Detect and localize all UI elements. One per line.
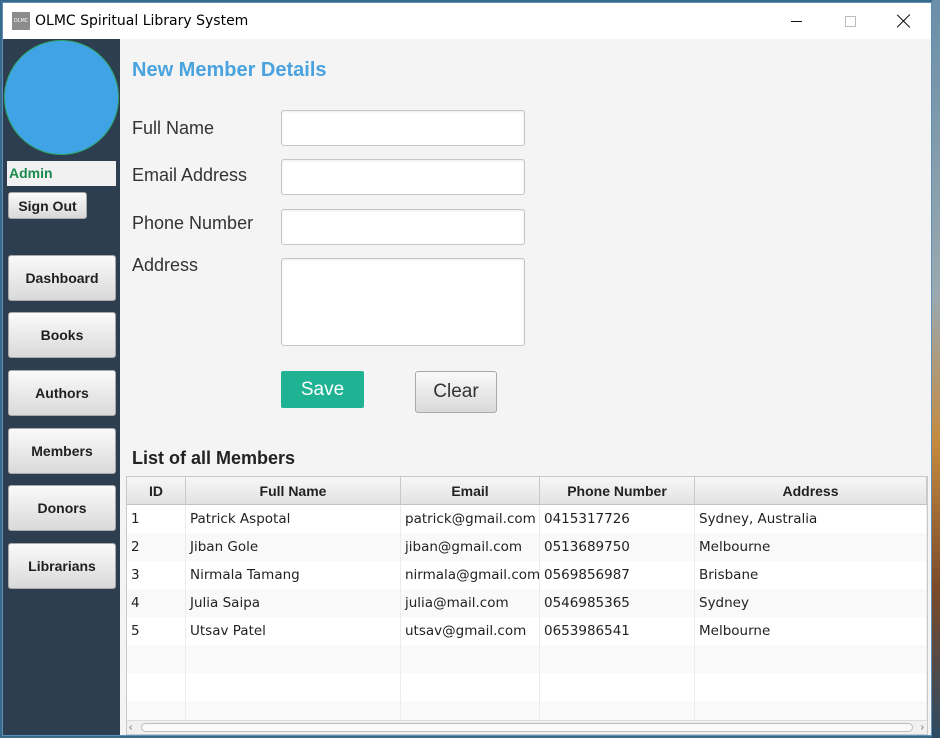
cell-email: jiban@gmail.com <box>401 533 540 561</box>
maximize-button[interactable] <box>827 3 873 39</box>
table-body: 1 Patrick Aspotal patrick@gmail.com 0415… <box>127 505 927 729</box>
column-header-phone[interactable]: Phone Number <box>540 477 695 505</box>
cell-full-name: Utsav Patel <box>186 617 401 645</box>
table-row[interactable]: 4 Julia Saipa julia@mail.com 0546985365 … <box>127 589 927 617</box>
cell-email: julia@mail.com <box>401 589 540 617</box>
phone-input[interactable] <box>281 209 525 245</box>
app-window: OLMC OLMC Spiritual Library System Admin… <box>2 2 932 736</box>
nav-members-button[interactable]: Members <box>8 428 116 474</box>
table-row[interactable]: 1 Patrick Aspotal patrick@gmail.com 0415… <box>127 505 927 533</box>
column-header-full-name[interactable]: Full Name <box>186 477 401 505</box>
cell-address: Sydney <box>695 589 927 617</box>
clear-button[interactable]: Clear <box>415 371 497 413</box>
cell-phone: 0653986541 <box>540 617 695 645</box>
minimize-button[interactable] <box>773 3 819 39</box>
nav-dashboard-button[interactable]: Dashboard <box>8 255 116 301</box>
cell-full-name: Jiban Gole <box>186 533 401 561</box>
cell-email: utsav@gmail.com <box>401 617 540 645</box>
cell-phone: 0546985365 <box>540 589 695 617</box>
sidebar: Admin Sign Out Dashboard Books Authors M… <box>3 39 120 735</box>
user-role-label: Admin <box>7 161 116 186</box>
cell-id: 3 <box>127 561 186 589</box>
address-label: Address <box>132 255 199 275</box>
sign-out-button[interactable]: Sign Out <box>8 192 87 219</box>
nav-books-button[interactable]: Books <box>8 312 116 358</box>
close-icon <box>897 14 911 28</box>
scroll-left-icon[interactable]: ‹ <box>129 722 132 733</box>
members-table: ID Full Name Email Phone Number Address … <box>126 476 928 735</box>
minimize-icon <box>790 20 802 22</box>
cell-id: 5 <box>127 617 186 645</box>
app-logo-icon: OLMC <box>12 12 30 30</box>
nav-librarians-button[interactable]: Librarians <box>8 543 116 589</box>
cell-address: Melbourne <box>695 617 927 645</box>
maximize-icon <box>844 15 856 27</box>
cell-address: Melbourne <box>695 533 927 561</box>
column-header-email[interactable]: Email <box>401 477 540 505</box>
full-name-label: Full Name <box>132 118 215 138</box>
nav-donors-button[interactable]: Donors <box>8 485 116 531</box>
cell-full-name: Patrick Aspotal <box>186 505 401 533</box>
main-panel: New Member Details Full Name Email Addre… <box>120 39 931 735</box>
save-button[interactable]: Save <box>281 371 364 408</box>
cell-email: nirmala@gmail.com <box>401 561 540 589</box>
cell-email: patrick@gmail.com <box>401 505 540 533</box>
table-row[interactable]: 3 Nirmala Tamang nirmala@gmail.com 05698… <box>127 561 927 589</box>
cell-id: 2 <box>127 533 186 561</box>
nav-authors-button[interactable]: Authors <box>8 370 116 416</box>
title-bar[interactable]: OLMC OLMC Spiritual Library System <box>3 3 931 39</box>
table-row[interactable]: 2 Jiban Gole jiban@gmail.com 0513689750 … <box>127 533 927 561</box>
close-button[interactable] <box>881 3 927 39</box>
cell-phone: 0569856987 <box>540 561 695 589</box>
email-label: Email Address <box>132 165 248 185</box>
horizontal-scrollbar[interactable]: ‹ › <box>127 720 927 734</box>
empty-table-row <box>127 645 927 673</box>
form-title: New Member Details <box>132 59 327 81</box>
cell-full-name: Julia Saipa <box>186 589 401 617</box>
column-header-id[interactable]: ID <box>127 477 186 505</box>
scroll-right-icon[interactable]: › <box>921 722 924 733</box>
empty-table-row <box>127 673 927 701</box>
address-textarea[interactable] <box>281 258 525 346</box>
table-row[interactable]: 5 Utsav Patel utsav@gmail.com 0653986541… <box>127 617 927 645</box>
email-input[interactable] <box>281 159 525 195</box>
avatar <box>4 40 119 155</box>
cell-phone: 0513689750 <box>540 533 695 561</box>
members-list-title: List of all Members <box>132 448 296 468</box>
cell-id: 4 <box>127 589 186 617</box>
window-title: OLMC Spiritual Library System <box>35 13 249 29</box>
column-header-address[interactable]: Address <box>695 477 927 505</box>
cell-full-name: Nirmala Tamang <box>186 561 401 589</box>
cell-phone: 0415317726 <box>540 505 695 533</box>
cell-address: Sydney, Australia <box>695 505 927 533</box>
desktop-background <box>932 0 940 738</box>
phone-label: Phone Number <box>132 213 254 233</box>
scrollbar-thumb[interactable] <box>141 723 913 732</box>
cell-id: 1 <box>127 505 186 533</box>
full-name-input[interactable] <box>281 110 525 146</box>
table-header: ID Full Name Email Phone Number Address <box>127 477 927 505</box>
cell-address: Brisbane <box>695 561 927 589</box>
